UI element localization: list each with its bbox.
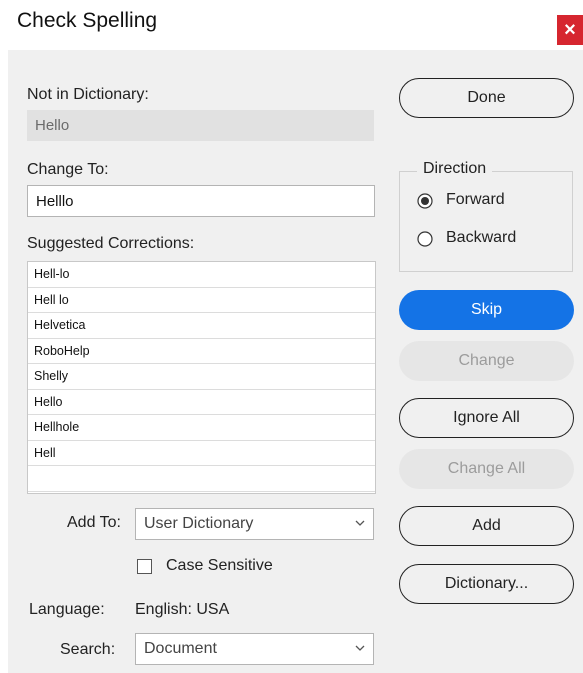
suggestion-item[interactable]: Helvetica xyxy=(28,313,375,339)
add-to-dropdown[interactable]: User Dictionary xyxy=(135,508,374,540)
title-bar: Check Spelling × xyxy=(0,0,583,50)
add-to-label: Add To: xyxy=(67,514,121,531)
suggestion-item-empty[interactable] xyxy=(28,466,375,492)
chevron-down-icon xyxy=(355,520,365,526)
suggestion-item[interactable]: RoboHelp xyxy=(28,339,375,364)
backward-label: Backward xyxy=(446,229,517,246)
suggested-corrections-label: Suggested Corrections: xyxy=(27,235,195,252)
language-value: English: USA xyxy=(135,601,230,618)
ignore-all-button[interactable]: Ignore All xyxy=(399,398,574,438)
change-to-input[interactable] xyxy=(27,185,375,217)
search-label: Search: xyxy=(60,641,116,658)
not-in-dictionary-value: Hello xyxy=(35,117,70,134)
search-value: Document xyxy=(144,640,217,657)
language-label: Language: xyxy=(29,601,105,618)
suggestion-item[interactable]: Hell-lo xyxy=(28,262,375,288)
forward-radio[interactable] xyxy=(417,193,433,209)
dictionary-button[interactable]: Dictionary... xyxy=(399,564,574,604)
case-sensitive-checkbox[interactable] xyxy=(137,559,152,574)
change-all-button[interactable]: Change All xyxy=(399,449,574,489)
forward-label: Forward xyxy=(446,191,505,208)
not-in-dictionary-field: Hello xyxy=(27,110,374,141)
case-sensitive-label: Case Sensitive xyxy=(166,557,273,574)
change-to-label: Change To: xyxy=(27,161,109,178)
search-dropdown[interactable]: Document xyxy=(135,633,374,665)
done-button[interactable]: Done xyxy=(399,78,574,118)
chevron-down-icon xyxy=(355,645,365,651)
add-to-value: User Dictionary xyxy=(144,515,254,532)
direction-group xyxy=(399,171,573,272)
suggestions-list[interactable]: Hell-lo Hell lo Helvetica RoboHelp Shell… xyxy=(27,261,376,494)
not-in-dictionary-label: Not in Dictionary: xyxy=(27,86,149,103)
backward-radio[interactable] xyxy=(417,231,433,247)
suggestion-item[interactable]: Hell lo xyxy=(28,288,375,313)
close-button[interactable]: × xyxy=(557,15,583,45)
close-icon: × xyxy=(564,18,576,41)
suggestion-item[interactable]: Shelly xyxy=(28,364,375,390)
suggestion-item[interactable]: Hellhole xyxy=(28,415,375,441)
skip-button[interactable]: Skip xyxy=(399,290,574,330)
dialog-title: Check Spelling xyxy=(17,9,158,32)
suggestion-item[interactable]: Hell xyxy=(28,441,375,466)
direction-title: Direction xyxy=(417,160,493,178)
add-button[interactable]: Add xyxy=(399,506,574,546)
suggestion-item[interactable]: Hello xyxy=(28,390,375,415)
change-button[interactable]: Change xyxy=(399,341,574,381)
